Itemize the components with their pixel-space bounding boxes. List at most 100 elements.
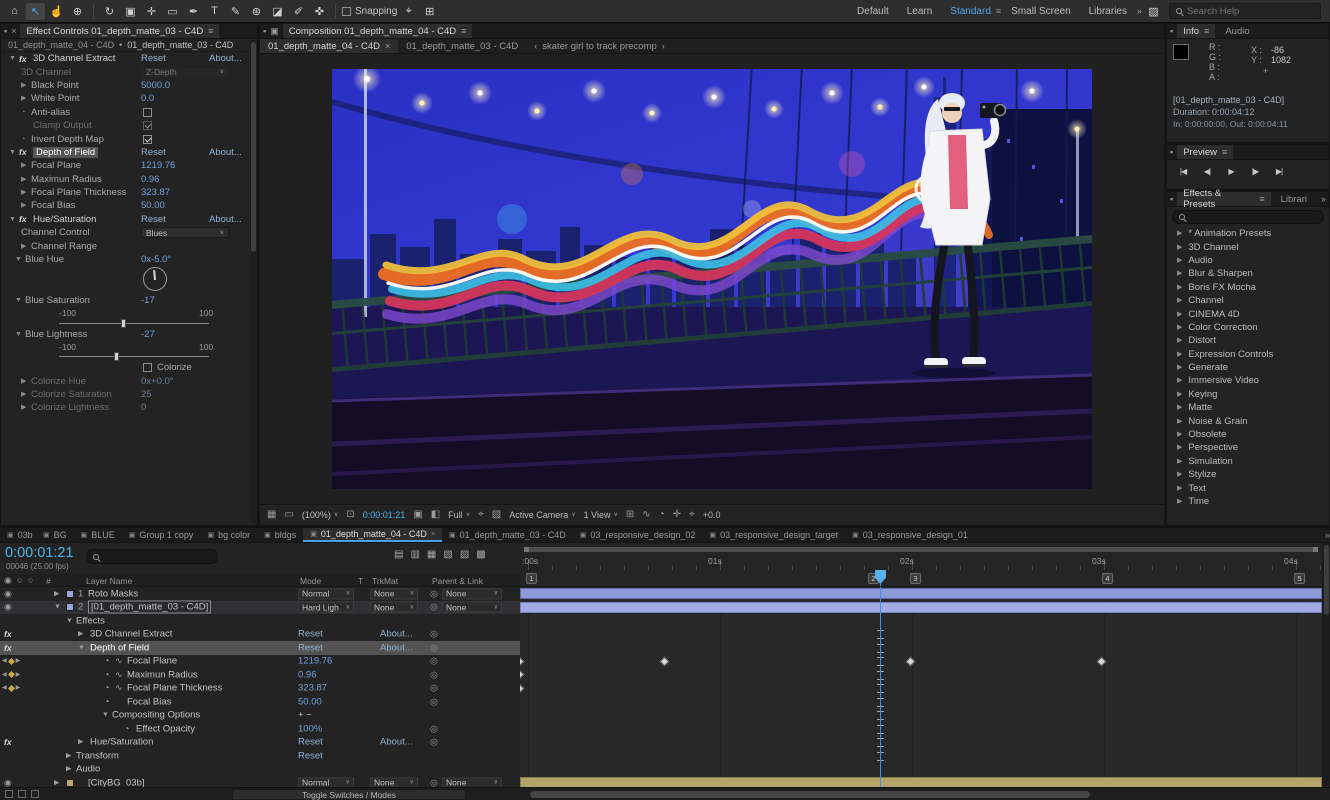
twirl-right-icon[interactable]: ▶ [66, 766, 71, 773]
category-noise-grain[interactable]: ▶Noise & Grain [1167, 414, 1329, 427]
twirl-right-icon[interactable]: ▶ [1177, 270, 1182, 277]
play-icon[interactable]: ▶ [1223, 167, 1239, 176]
category-obsolete[interactable]: ▶Obsolete [1167, 428, 1329, 441]
twirl-right-icon[interactable]: ▶ [1177, 311, 1182, 318]
trkmat-dropdown[interactable]: None∨ [370, 602, 418, 613]
effect-property-row[interactable]: Clamp Output [1, 119, 257, 132]
invert-depth-map-checkbox[interactable] [143, 135, 152, 144]
category-keying[interactable]: ▶Keying [1167, 388, 1329, 401]
shape-tool-icon[interactable]: ▭ [163, 3, 182, 20]
eye-icon[interactable]: ◉ [4, 589, 12, 598]
effect-name[interactable]: 3D Channel Extract [90, 629, 172, 640]
property-value[interactable]: 1219.76 [298, 656, 332, 667]
property-value[interactable]: 0 [141, 402, 146, 413]
twirl-right-icon[interactable]: ▶ [1177, 284, 1182, 291]
twirl-right-icon[interactable]: ▶ [78, 739, 83, 746]
twirl-down-icon[interactable]: ▼ [9, 149, 19, 156]
effect-property-row[interactable]: ▶ Channel Range [1, 239, 257, 252]
hand-tool-icon[interactable]: ☝ [47, 3, 66, 20]
effect-property-row[interactable]: ▶ Colorize Lightness 0 [1, 401, 257, 414]
twirl-right-icon[interactable]: ▶ [1177, 377, 1182, 384]
previous-frame-icon[interactable]: ◀| [1199, 167, 1215, 176]
effect-row[interactable]: fx ▶ Hue/Saturation Reset About... ◎ [0, 736, 520, 750]
keyframe[interactable] [660, 656, 670, 666]
layer-name[interactable]: [CityBG_03b] [88, 777, 145, 787]
keyframe[interactable] [520, 656, 524, 666]
keyframe[interactable] [520, 670, 524, 680]
keyframe-navigator[interactable]: ◀▶ [2, 672, 20, 678]
keyframe-navigator[interactable]: ◀▶ [2, 658, 20, 664]
twirl-right-icon[interactable]: ▶ [21, 243, 31, 250]
time-ruler[interactable]: :00s 01s 02s 03s 04s 1 2 3 4 5 [520, 543, 1322, 587]
fx-badge-icon[interactable]: fx [4, 643, 18, 653]
type-tool-icon[interactable]: T [205, 3, 224, 20]
property-value[interactable]: 50.00 [141, 200, 165, 211]
view-layout-dropdown[interactable]: 1 View∨ [584, 510, 618, 520]
current-timecode[interactable]: 0:00:01:21 [5, 545, 74, 561]
twirl-right-icon[interactable]: ▶ [1177, 244, 1182, 251]
reset-link[interactable]: Reset [298, 750, 323, 761]
nav-right-icon[interactable]: ▶ [16, 685, 21, 691]
twirl-right-icon[interactable]: ▶ [21, 95, 31, 102]
timeline-tab[interactable]: ▣bldgs [257, 528, 303, 542]
brush-tool-icon[interactable]: ✎ [226, 3, 245, 20]
fx-badge-icon[interactable]: fx [4, 737, 18, 747]
clone-stamp-tool-icon[interactable]: ⊛ [247, 3, 266, 20]
about-link[interactable]: About... [380, 642, 413, 653]
layer-row[interactable]: ◉ ▶ [CityBG_03b] Normal∨ None∨ ◎ None∨ [0, 776, 520, 787]
parent-link-column-header[interactable]: Parent & Link [432, 576, 483, 586]
chevron-right-icon[interactable]: › [662, 42, 665, 51]
property-value[interactable]: 0.0 [141, 93, 154, 104]
chevron-left-icon[interactable]: ‹ [534, 42, 537, 51]
effect-header-row[interactable]: ▼ fx 3D Channel Extract Reset About... [1, 52, 257, 65]
about-link[interactable]: About... [209, 147, 242, 158]
timeline-tab[interactable]: ▣BG [36, 528, 74, 542]
twirl-right-icon[interactable]: ▶ [21, 202, 31, 209]
graph-toggle-icon[interactable]: ∿ [115, 670, 123, 679]
parent-dropdown[interactable]: None∨ [442, 588, 502, 599]
number-column-header[interactable]: # [46, 576, 51, 586]
property-name[interactable]: Focal Plane Thickness [127, 683, 222, 694]
twirl-right-icon[interactable]: ▶ [21, 189, 31, 196]
eye-icon[interactable]: ◉ [4, 778, 12, 787]
stopwatch-icon[interactable]: ◔ [21, 136, 31, 143]
trkmat-dropdown[interactable]: None∨ [370, 588, 418, 599]
keyframe[interactable] [906, 656, 916, 666]
property-name[interactable]: Focal Plane [127, 656, 177, 667]
snap-to-features-icon[interactable]: ⌖ [399, 3, 418, 20]
effect-property-row[interactable]: ▶ Colorize Saturation 25 [1, 388, 257, 401]
reset-link[interactable]: Reset [141, 214, 166, 225]
keyframe-diamond-icon[interactable] [8, 685, 15, 692]
last-frame-icon[interactable]: ▶| [1271, 167, 1287, 176]
snapshot-icon[interactable]: ▣ [413, 510, 422, 520]
nav-left-icon[interactable]: ◀ [2, 685, 7, 691]
category-audio[interactable]: ▶Audio [1167, 254, 1329, 267]
first-frame-icon[interactable]: |◀ [1175, 167, 1191, 176]
effect-header-row[interactable]: ▼ fx Hue/Saturation Reset About... [1, 213, 257, 226]
anti-alias-checkbox[interactable] [143, 108, 152, 117]
3d-channel-dropdown[interactable]: Z-Depth∨ [141, 67, 229, 78]
layer-name-column-header[interactable]: Layer Name [86, 576, 132, 586]
twirl-right-icon[interactable]: ▶ [21, 162, 31, 169]
blend-mode-dropdown[interactable]: Normal∨ [298, 588, 354, 599]
panel-menu-icon[interactable]: ≡ [1204, 27, 1209, 36]
layer-row[interactable]: ◉ ▶ 1 Roto Masks Normal∨ None∨ ◎ None∨ [0, 587, 520, 601]
trkmat-dropdown[interactable]: None∨ [370, 777, 418, 787]
parent-dropdown[interactable]: None∨ [442, 777, 502, 787]
search-help-box[interactable] [1169, 3, 1321, 19]
slider-thumb[interactable] [114, 352, 119, 361]
category-channel[interactable]: ▶Channel [1167, 294, 1329, 307]
category-distort[interactable]: ▶Distort [1167, 334, 1329, 347]
pickwhip-icon[interactable]: ◎ [430, 589, 438, 598]
category-text[interactable]: ▶Text [1167, 481, 1329, 494]
render-queue-icon[interactable] [5, 790, 13, 798]
twirl-right-icon[interactable]: ▶ [54, 779, 59, 786]
property-name[interactable]: Maximun Radius [127, 669, 198, 680]
twirl-down-icon[interactable]: ▼ [15, 256, 25, 263]
layer-duration-bar[interactable] [520, 588, 1322, 599]
workspace-default[interactable]: Default [857, 6, 889, 17]
stopwatch-icon[interactable]: ◔ [104, 697, 109, 706]
transparency-grid-icon[interactable]: ▨ [492, 510, 501, 520]
twirl-down-icon[interactable]: ▼ [15, 331, 25, 338]
layer-row-selected[interactable]: ◉ ▼ 2 [01_depth_matte_03 - C4D] Hard Lig… [0, 601, 520, 615]
